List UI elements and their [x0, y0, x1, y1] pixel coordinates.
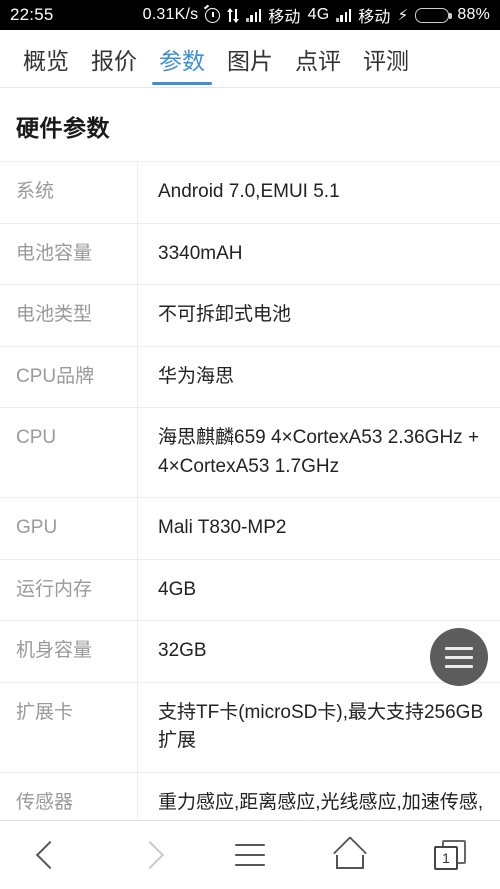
signal-bars-icon-2: [336, 8, 352, 22]
section-title-0: 硬件参数: [16, 115, 110, 141]
nav-tabs-button[interactable]: 1: [400, 821, 500, 889]
table-row: 系统 Android 7.0,EMUI 5.1: [0, 161, 500, 223]
spec-label: CPU品牌: [0, 346, 138, 407]
menu-list-icon: [445, 646, 473, 668]
menu-icon: [235, 843, 265, 867]
spec-value: Android 7.0,EMUI 5.1: [158, 181, 340, 202]
spec-value: 4GB: [158, 578, 197, 600]
spec-label: 运行内存: [0, 559, 138, 620]
tab-5[interactable]: 评测: [352, 30, 420, 87]
table-row: 电池类型 不可拆卸式电池: [0, 284, 500, 346]
spec-label: 传感器: [0, 772, 138, 820]
floating-menu-button[interactable]: [430, 628, 488, 686]
spec-value: 支持TF卡(microSD卡),最大支持256GB扩展: [158, 701, 484, 752]
nav-menu-button[interactable]: [200, 821, 300, 889]
carrier-label-1: 移动: [268, 9, 301, 26]
data-transfer-icon: [227, 7, 240, 23]
arrow-down-icon: [233, 18, 240, 23]
table-row: GPU Mali T830-MP2: [0, 497, 500, 559]
nav-home-button[interactable]: [300, 821, 400, 889]
tabs-count-icon: 1: [434, 840, 466, 870]
table-row: CPU品牌 华为海思: [0, 345, 500, 407]
tab-4[interactable]: 点评: [284, 30, 352, 87]
browser-nav-bar: 1: [0, 820, 500, 889]
battery-icon: [415, 7, 452, 23]
spec-label: 扩展卡: [0, 682, 138, 772]
spec-content-scroll[interactable]: 硬件参数系统 Android 7.0,EMUI 5.1 电池容量 3340mAH 电池类…: [0, 89, 500, 820]
back-icon: [35, 840, 65, 870]
spec-label: 机身容量: [0, 621, 138, 682]
spec-table-0: 系统 Android 7.0,EMUI 5.1 电池容量 3340mAH 电池类型 不可拆…: [0, 161, 500, 820]
spec-value: Mali T830-MP2: [158, 517, 287, 538]
spec-label: CPU: [0, 408, 138, 497]
tabs-count-label: 1: [434, 846, 458, 870]
spec-value: 不可拆卸式电池: [158, 304, 292, 325]
status-clock: 22:55: [10, 5, 54, 24]
spec-value: 海思麒麟659 4×CortexA53 2.36GHz + 4×CortexA5…: [158, 427, 480, 477]
tab-0[interactable]: 概览: [12, 30, 80, 87]
tab-1[interactable]: 报价: [80, 30, 148, 87]
network-speed-label: 0.31K/s: [142, 6, 199, 23]
network-type-label: 4G: [307, 6, 330, 23]
charging-bolt-icon: ⚡: [397, 6, 409, 24]
table-row: 扩展卡 支持TF卡(microSD卡),最大支持256GB扩展: [0, 681, 500, 772]
spec-value: 重力感应,距离感应,光线感应,加速传感,指纹识别,电子罗盘,快速充电,陀螺仪: [158, 791, 484, 813]
tab-3[interactable]: 图片: [216, 30, 284, 87]
tab-2[interactable]: 参数: [148, 30, 216, 87]
table-row: CPU 海思麒麟659 4×CortexA53 2.36GHz + 4×Corte…: [0, 407, 500, 497]
spec-label: 系统: [0, 162, 138, 223]
nav-forward-button[interactable]: [100, 821, 200, 889]
signal-bars-icon-1: [246, 8, 262, 22]
home-icon: [333, 836, 367, 870]
table-row: 运行内存 4GB: [0, 558, 500, 620]
status-indicators: 0.31K/s 移动 4G 移动 ⚡ 88%: [143, 3, 490, 27]
spec-value: 华为海思: [158, 365, 235, 387]
nav-back-button[interactable]: [0, 821, 100, 889]
alarm-icon: [205, 7, 221, 23]
table-row: 机身容量 32GB: [0, 620, 500, 682]
carrier-label-2: 移动: [358, 9, 391, 26]
table-row: 电池容量 3340mAH: [0, 222, 500, 284]
spec-value: 3340mAH: [158, 242, 243, 264]
table-row: 传感器重力感应,距离感应,光线感应,加速传感,指纹识别,电子罗盘,快速充电,陀螺…: [0, 771, 500, 820]
spec-label: 电池容量: [0, 223, 138, 284]
spec-label: GPU: [0, 498, 138, 559]
status-bar: 22:55 0.31K/s 移动 4G 移动 ⚡ 88%: [0, 0, 500, 30]
forward-icon: [135, 840, 165, 870]
arrow-up-icon: [227, 7, 234, 12]
spec-label: 电池类型: [0, 285, 138, 346]
tab-bar: 概览 报价 参数 图片 点评 评测: [0, 30, 500, 88]
battery-percent-label: 88%: [457, 6, 490, 23]
